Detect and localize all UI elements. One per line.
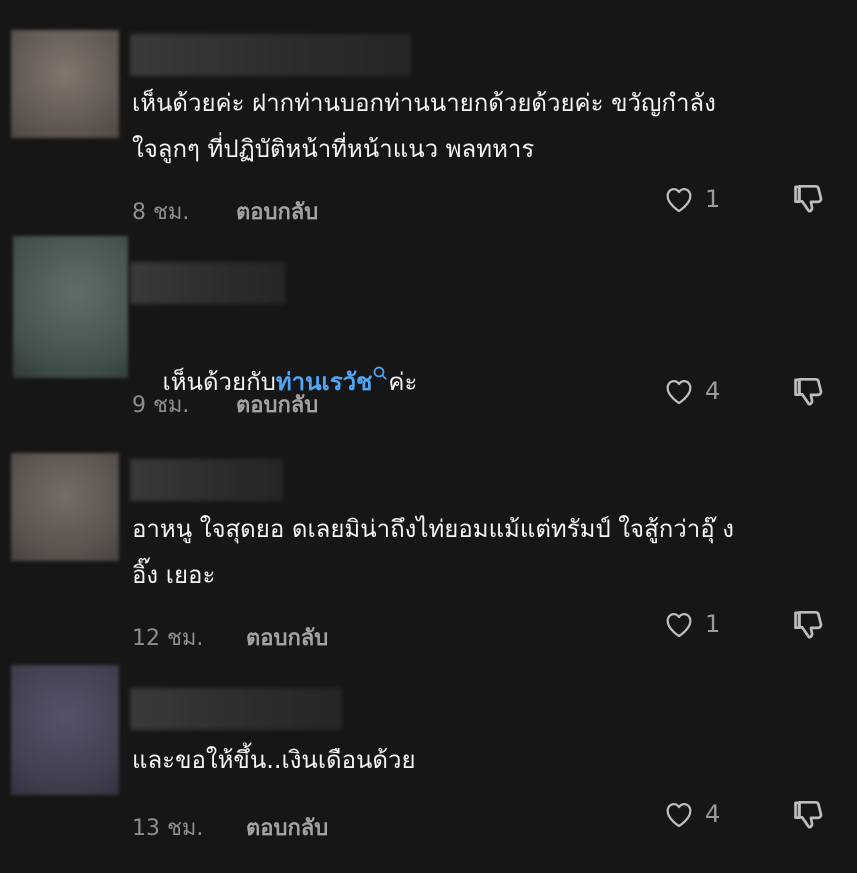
heart-outline-icon[interactable] <box>661 374 697 408</box>
reply-button[interactable]: ตอบกลับ <box>236 387 318 422</box>
comment-text: และขอให้ขึ้น..เงินเดือนด้วย <box>132 746 416 774</box>
heart-outline-icon[interactable] <box>661 182 697 216</box>
avatar[interactable] <box>11 665 119 795</box>
search-icon[interactable] <box>372 365 388 381</box>
like-count: 1 <box>705 185 721 213</box>
reply-button[interactable]: ตอบกลับ <box>236 194 318 229</box>
thumbs-down-outline-icon[interactable] <box>790 373 828 411</box>
heart-outline-icon[interactable] <box>661 607 697 641</box>
thumbs-down-outline-icon[interactable] <box>790 180 828 218</box>
comment-time: 8 ชม. <box>132 200 190 225</box>
username-blurred[interactable] <box>130 262 285 304</box>
comment-text: เห็นด้วยกับท่านเรวัช ค่ะ <box>132 313 831 451</box>
comment-time: 12 ชม. <box>132 626 204 651</box>
avatar[interactable] <box>13 236 128 378</box>
avatar[interactable] <box>11 30 119 138</box>
like-count: 4 <box>705 800 721 828</box>
reply-button[interactable]: ตอบกลับ <box>246 620 328 655</box>
heart-outline-icon[interactable] <box>661 797 697 831</box>
username-blurred[interactable] <box>130 34 411 76</box>
like-count: 4 <box>705 377 721 405</box>
comment-text-after: ค่ะ <box>388 368 418 396</box>
username-blurred[interactable] <box>130 459 283 501</box>
username-blurred[interactable] <box>130 688 342 730</box>
comment-text: อาหนู ใจสุดยอ ดเลยมิน่าถึงไท่ยอมแม้แต่ทร… <box>132 515 734 589</box>
avatar[interactable] <box>11 453 119 561</box>
comment-text: เห็นด้วยค่ะ ฝากท่านบอกท่านนายกด้วยด้วยค่… <box>132 89 716 163</box>
comment-time: 13 ชม. <box>132 816 204 841</box>
comment-time: 9 ชม. <box>132 393 190 418</box>
thumbs-down-outline-icon[interactable] <box>790 796 828 834</box>
like-count: 1 <box>705 610 721 638</box>
reply-button[interactable]: ตอบกลับ <box>246 810 328 845</box>
thumbs-down-outline-icon[interactable] <box>790 606 828 644</box>
